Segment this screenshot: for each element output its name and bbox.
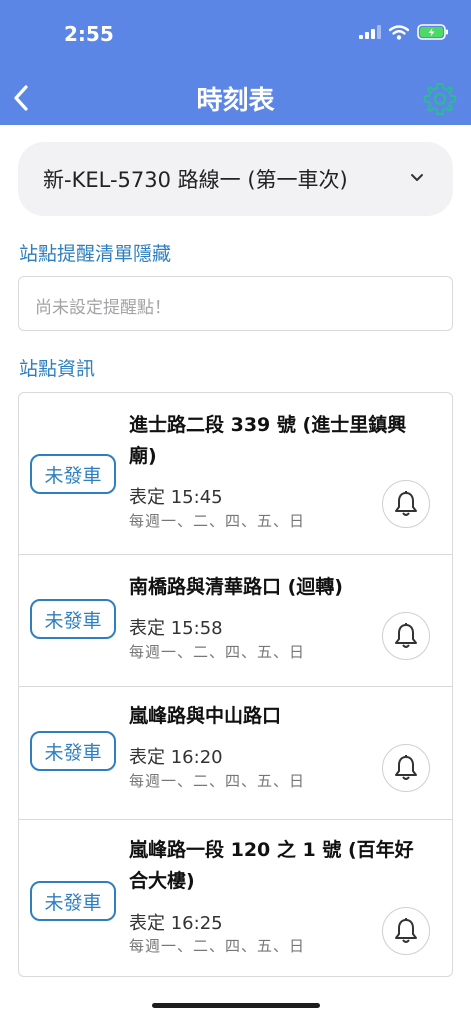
settings-button[interactable] [419, 78, 461, 120]
stop-days: 每週一、二、四、五、日 [129, 512, 306, 530]
reminder-bell-button[interactable] [382, 744, 430, 792]
signal-icon [359, 25, 381, 39]
status-time: 2:55 [64, 22, 114, 46]
stop-scheduled-time: 表定 16:25 [129, 913, 223, 934]
reminder-empty-text: 尚未設定提醒點！ [35, 298, 171, 318]
stop-name: 嵐峰路一段 120 之 1 號 (百年好合大樓) [129, 839, 414, 892]
home-indicator[interactable] [152, 1003, 320, 1008]
stop-name: 嵐峰路與中山路口 [129, 705, 282, 727]
stop-name: 進士路二段 339 號 (進士里鎮興廟) [129, 414, 407, 467]
bell-icon [395, 755, 417, 780]
stop-days: 每週一、二、四、五、日 [129, 772, 306, 790]
status-bar: 2:55 [0, 0, 471, 70]
status-badge: 未發車 [30, 454, 116, 494]
bell-icon [395, 918, 417, 943]
route-selector[interactable]: 新-KEL-5730 路線一 (第一車次) [18, 142, 453, 216]
reminder-bell-button[interactable] [382, 480, 430, 528]
reminder-bell-button[interactable] [382, 612, 430, 660]
stop-item: 未發車 進士路二段 339 號 (進士里鎮興廟) 表定 15:45 每週一、二、… [19, 393, 452, 555]
stop-list: 未發車 進士路二段 339 號 (進士里鎮興廟) 表定 15:45 每週一、二、… [18, 392, 453, 977]
route-label: 新-KEL-5730 路線一 (第一車次) [43, 168, 348, 192]
nav-bar: 時刻表 [0, 72, 471, 124]
status-badge: 未發車 [30, 599, 116, 639]
stop-days: 每週一、二、四、五、日 [129, 937, 306, 955]
reminder-list-toggle[interactable]: 站點提醒清單隱藏 [19, 239, 171, 266]
battery-icon [417, 24, 448, 40]
stop-item: 未發車 南橋路與清華路口 (迴轉) 表定 15:58 每週一、二、四、五、日 [19, 555, 452, 687]
stop-days: 每週一、二、四、五、日 [129, 643, 306, 661]
page-title: 時刻表 [196, 86, 275, 116]
stop-name: 南橋路與清華路口 (迴轉) [129, 576, 343, 598]
bell-icon [395, 491, 417, 516]
status-badge: 未發車 [30, 731, 116, 771]
wifi-icon [389, 24, 409, 40]
stop-scheduled-time: 表定 15:58 [129, 618, 223, 639]
status-icons [359, 24, 449, 40]
stop-item: 未發車 嵐峰路與中山路口 表定 16:20 每週一、二、四、五、日 [19, 687, 452, 820]
status-badge: 未發車 [30, 881, 116, 921]
stop-scheduled-time: 表定 16:20 [129, 747, 223, 768]
chevron-down-icon [411, 174, 423, 181]
stop-scheduled-time: 表定 15:45 [129, 487, 223, 508]
settings-icon [423, 82, 457, 116]
stop-item: 未發車 嵐峰路一段 120 之 1 號 (百年好合大樓) 表定 16:25 每週… [19, 820, 452, 976]
reminder-list-box: 尚未設定提醒點！ [18, 276, 453, 331]
app-header: 2:55 時刻表 [0, 0, 471, 125]
stops-section-label: 站點資訊 [19, 358, 96, 380]
reminder-bell-button[interactable] [382, 907, 430, 955]
bell-icon [395, 623, 417, 648]
